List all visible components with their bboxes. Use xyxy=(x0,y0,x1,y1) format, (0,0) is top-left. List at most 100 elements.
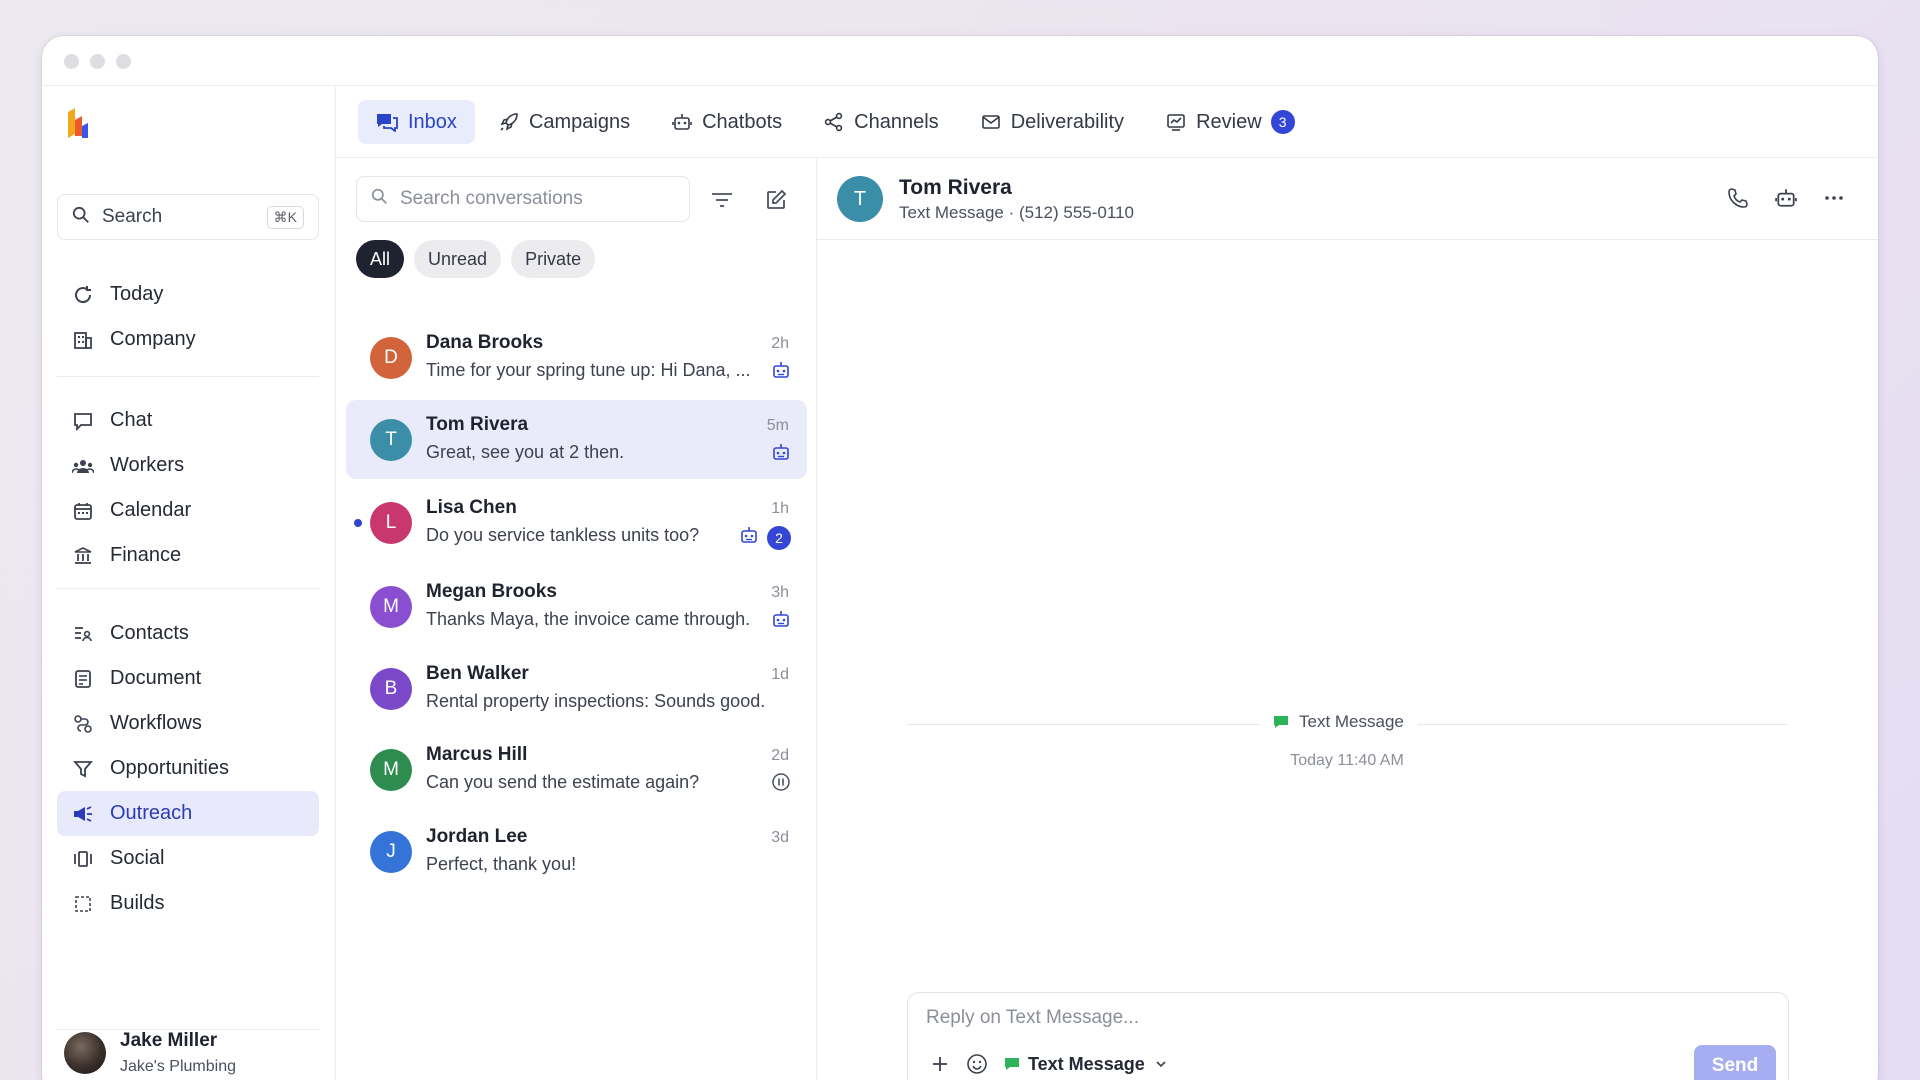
avatar: M xyxy=(370,749,412,791)
conversation-filters: All Unread Private xyxy=(356,240,596,278)
builds-icon xyxy=(72,893,94,915)
list-item[interactable]: J Jordan Lee Perfect, thank you! 3d xyxy=(346,812,807,891)
filter-chip-private[interactable]: Private xyxy=(511,240,596,278)
workflow-icon xyxy=(72,713,94,735)
sidebar-item-label: Chat xyxy=(110,409,153,431)
titlebar xyxy=(42,36,1878,86)
list-item[interactable]: M Megan Brooks Thanks Maya, the invoice … xyxy=(346,567,807,646)
filter-chip-unread[interactable]: Unread xyxy=(414,240,502,278)
list-item[interactable]: B Ben Walker Rental property inspections… xyxy=(346,649,807,728)
sidebar-item-builds[interactable]: Builds xyxy=(57,881,319,926)
phone-icon[interactable] xyxy=(1726,186,1750,210)
inbox-icon xyxy=(376,112,398,132)
channel-select-value: Text Message xyxy=(1028,1053,1145,1074)
filter-funnel-icon xyxy=(72,758,94,780)
mail-check-icon xyxy=(981,112,1001,132)
tab-label: Review xyxy=(1196,110,1262,133)
channel-select[interactable]: Text Message xyxy=(1004,1054,1167,1075)
sms-icon xyxy=(1004,1056,1020,1072)
social-icon xyxy=(72,848,94,870)
sidebar-item-finance[interactable]: Finance xyxy=(57,533,319,578)
sidebar-divider xyxy=(57,588,319,589)
contact-channel-info: Text Message · (512) 555-0110 xyxy=(899,203,1134,222)
nav-group-growth: Contacts Document Workflows Opportunitie… xyxy=(57,611,319,926)
sidebar-item-contacts[interactable]: Contacts xyxy=(57,611,319,656)
sidebar-item-document[interactable]: Document xyxy=(57,656,319,701)
conversation-preview: Time for your spring tune up: Hi Dana, .… xyxy=(426,360,751,380)
review-icon xyxy=(1166,112,1186,132)
conversation-time: 3d xyxy=(771,829,789,846)
more-options-icon[interactable] xyxy=(1822,186,1846,210)
sidebar-item-label: Workers xyxy=(110,454,185,476)
conversation-list: All Unread Private D Dana Brooks Time fo… xyxy=(336,158,817,1080)
conversation-time: 3h xyxy=(771,584,789,601)
sidebar-item-workers[interactable]: Workers xyxy=(57,443,319,488)
bot-icon xyxy=(672,112,692,132)
tab-label: Chatbots xyxy=(702,110,783,133)
sidebar-item-calendar[interactable]: Calendar xyxy=(57,488,319,533)
avatar: B xyxy=(370,668,412,710)
sidebar-item-company[interactable]: Company xyxy=(57,317,319,362)
list-item[interactable]: D Dana Brooks Time for your spring tune … xyxy=(346,318,807,397)
sidebar-search[interactable]: Search ⌘K xyxy=(57,194,319,240)
pause-circle-icon xyxy=(771,772,791,797)
reply-composer[interactable]: Reply on Text Message... Text Message Se… xyxy=(907,992,1789,1080)
avatar: T xyxy=(837,176,883,222)
sidebar-item-label: Company xyxy=(110,328,196,350)
tab-inbox[interactable]: Inbox xyxy=(358,100,475,144)
user-profile[interactable]: Jake Miller Jake's Plumbing xyxy=(64,1030,236,1076)
sidebar-item-label: Document xyxy=(110,667,202,689)
sidebar-item-label: Builds xyxy=(110,892,165,914)
bank-icon xyxy=(72,545,94,567)
review-count-badge: 3 xyxy=(1270,110,1295,134)
conversation-search-input[interactable] xyxy=(400,188,670,210)
sidebar-item-chat[interactable]: Chat xyxy=(57,398,319,443)
conversation-time: 1d xyxy=(771,666,789,683)
list-item[interactable]: T Tom Rivera Great, see you at 2 then. 5… xyxy=(346,400,807,479)
sidebar-item-label: Outreach xyxy=(110,802,193,824)
user-name: Jake Miller xyxy=(120,1030,218,1051)
conversation-time: 2h xyxy=(771,335,789,352)
share-icon xyxy=(824,112,844,132)
conversation-name: Jordan Lee xyxy=(426,826,528,847)
filter-lines-icon[interactable] xyxy=(710,188,734,212)
filter-chip-all[interactable]: All xyxy=(356,240,405,278)
sidebar-item-outreach[interactable]: Outreach xyxy=(57,791,319,836)
window-close-button[interactable] xyxy=(64,54,79,69)
compose-icon[interactable] xyxy=(764,188,788,212)
channel-event-time: Today 11:40 AM xyxy=(1290,752,1404,769)
plus-icon[interactable] xyxy=(930,1054,950,1074)
calendar-icon xyxy=(72,500,94,522)
sidebar: Search ⌘K Today Company Chat Workers Cal… xyxy=(42,86,336,1080)
app-window: Search ⌘K Today Company Chat Workers Cal… xyxy=(42,36,1878,1080)
sidebar-item-label: Workflows xyxy=(110,712,202,734)
conversation-preview: Can you send the estimate again? xyxy=(426,772,700,792)
window-minimize-button[interactable] xyxy=(90,54,105,69)
send-button[interactable]: Send xyxy=(1694,1045,1776,1080)
building-icon xyxy=(72,329,94,351)
channel-event-label: Text Message xyxy=(1299,712,1404,731)
sidebar-item-opportunities[interactable]: Opportunities xyxy=(57,746,319,791)
bot-icon[interactable] xyxy=(1774,186,1798,210)
tab-label: Inbox xyxy=(408,110,457,133)
tab-chatbots[interactable]: Chatbots xyxy=(654,100,800,144)
tab-campaigns[interactable]: Campaigns xyxy=(481,100,648,144)
avatar xyxy=(64,1032,106,1074)
tab-channels[interactable]: Channels xyxy=(806,100,957,144)
tab-review[interactable]: Review 3 xyxy=(1148,100,1313,144)
chevron-down-icon xyxy=(1155,1058,1167,1070)
tab-deliverability[interactable]: Deliverability xyxy=(963,100,1142,144)
sidebar-item-social[interactable]: Social xyxy=(57,836,319,881)
top-tab-bar: Inbox Campaigns Chatbots Channels Delive… xyxy=(336,86,1878,158)
window-maximize-button[interactable] xyxy=(116,54,131,69)
list-item[interactable]: L Lisa Chen Do you service tankless unit… xyxy=(346,483,807,562)
conversation-name: Dana Brooks xyxy=(426,332,544,353)
conversation-search[interactable] xyxy=(356,176,690,222)
contact-name: Tom Rivera xyxy=(899,176,1012,199)
reply-input[interactable]: Reply on Text Message... xyxy=(926,1007,1139,1029)
sidebar-item-workflows[interactable]: Workflows xyxy=(57,701,319,746)
list-item[interactable]: M Marcus Hill Can you send the estimate … xyxy=(346,730,807,809)
emoji-icon[interactable] xyxy=(966,1053,988,1075)
sidebar-item-today[interactable]: Today xyxy=(57,272,319,317)
users-icon xyxy=(72,455,94,477)
